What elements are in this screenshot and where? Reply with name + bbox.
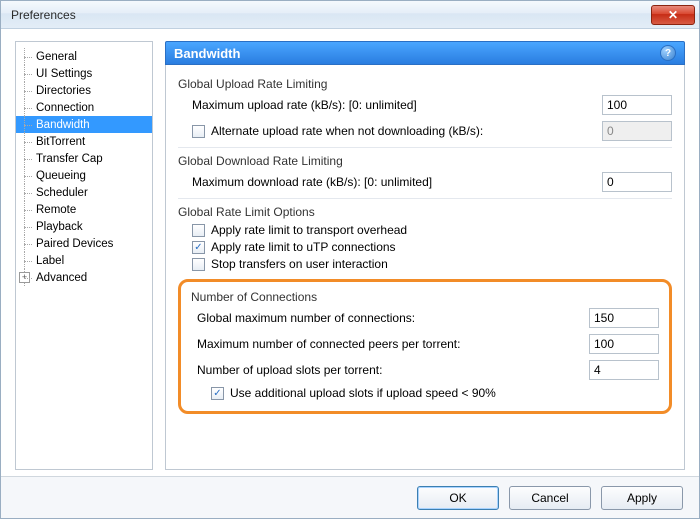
row-alt-upload: Alternate upload rate when not downloadi… [192, 121, 672, 141]
row-stop-transfers: Stop transfers on user interaction [192, 257, 672, 271]
input-max-download[interactable] [602, 172, 672, 192]
settings-panel: Bandwidth ? Global Upload Rate Limiting … [165, 41, 685, 470]
label-peers-per-torrent: Maximum number of connected peers per to… [197, 337, 589, 351]
close-button[interactable]: ✕ [651, 5, 695, 25]
cancel-button[interactable]: Cancel [509, 486, 591, 510]
group-download: Global Download Rate Limiting [178, 154, 672, 168]
row-extra-slots: ✓ Use additional upload slots if upload … [211, 386, 659, 400]
label-stop-transfers: Stop transfers on user interaction [211, 257, 388, 271]
label-global-connections: Global maximum number of connections: [197, 311, 589, 325]
separator [178, 198, 672, 199]
row-utp: ✓ Apply rate limit to uTP connections [192, 240, 672, 254]
sidebar-item-scheduler[interactable]: Scheduler [16, 184, 152, 201]
row-peers-per-torrent: Maximum number of connected peers per to… [197, 334, 659, 354]
content-area: General UI Settings Directories Connecti… [1, 29, 699, 476]
window-title: Preferences [11, 8, 651, 22]
row-global-connections: Global maximum number of connections: [197, 308, 659, 328]
panel-header: Bandwidth ? [165, 41, 685, 65]
input-alt-upload [602, 121, 672, 141]
checkbox-utp[interactable]: ✓ [192, 241, 205, 254]
apply-button[interactable]: Apply [601, 486, 683, 510]
group-upload: Global Upload Rate Limiting [178, 77, 672, 91]
titlebar: Preferences ✕ [1, 1, 699, 29]
sidebar-item-bandwidth[interactable]: Bandwidth [16, 116, 152, 133]
separator [178, 147, 672, 148]
label-transport-overhead: Apply rate limit to transport overhead [211, 223, 407, 237]
sidebar-item-remote[interactable]: Remote [16, 201, 152, 218]
ok-button[interactable]: OK [417, 486, 499, 510]
sidebar-item-paired-devices[interactable]: Paired Devices [16, 235, 152, 252]
sidebar-item-label[interactable]: Label [16, 252, 152, 269]
sidebar-item-directories[interactable]: Directories [16, 82, 152, 99]
label-extra-slots: Use additional upload slots if upload sp… [230, 386, 496, 400]
sidebar-item-playback[interactable]: Playback [16, 218, 152, 235]
category-tree: General UI Settings Directories Connecti… [15, 41, 153, 470]
sidebar-item-advanced[interactable]: + Advanced [16, 269, 152, 286]
group-connections: Number of Connections [191, 290, 659, 304]
checkbox-extra-slots[interactable]: ✓ [211, 387, 224, 400]
input-global-connections[interactable] [589, 308, 659, 328]
label-max-upload: Maximum upload rate (kB/s): [0: unlimite… [192, 98, 602, 112]
expand-icon[interactable]: + [19, 272, 30, 283]
checkbox-alt-upload[interactable] [192, 125, 205, 138]
sidebar-item-transfer-cap[interactable]: Transfer Cap [16, 150, 152, 167]
checkbox-stop-transfers[interactable] [192, 258, 205, 271]
help-icon[interactable]: ? [660, 45, 676, 61]
label-upload-slots: Number of upload slots per torrent: [197, 363, 589, 377]
close-icon: ✕ [668, 8, 678, 22]
group-options: Global Rate Limit Options [178, 205, 672, 219]
dialog-footer: OK Cancel Apply [1, 476, 699, 518]
sidebar-item-bittorrent[interactable]: BitTorrent [16, 133, 152, 150]
label-max-download: Maximum download rate (kB/s): [0: unlimi… [192, 175, 602, 189]
label-utp: Apply rate limit to uTP connections [211, 240, 396, 254]
preferences-window: Preferences ✕ General UI Settings Direct… [0, 0, 700, 519]
panel-body: Global Upload Rate Limiting Maximum uplo… [165, 65, 685, 470]
sidebar-item-general[interactable]: General [16, 48, 152, 65]
sidebar-item-queueing[interactable]: Queueing [16, 167, 152, 184]
connections-highlight: Number of Connections Global maximum num… [178, 279, 672, 414]
checkbox-transport-overhead[interactable] [192, 224, 205, 237]
row-upload-slots: Number of upload slots per torrent: [197, 360, 659, 380]
label-alt-upload: Alternate upload rate when not downloadi… [211, 124, 602, 138]
row-max-download: Maximum download rate (kB/s): [0: unlimi… [192, 172, 672, 192]
input-upload-slots[interactable] [589, 360, 659, 380]
input-max-upload[interactable] [602, 95, 672, 115]
row-transport-overhead: Apply rate limit to transport overhead [192, 223, 672, 237]
input-peers-per-torrent[interactable] [589, 334, 659, 354]
panel-title: Bandwidth [174, 46, 660, 61]
sidebar-item-ui-settings[interactable]: UI Settings [16, 65, 152, 82]
sidebar-item-connection[interactable]: Connection [16, 99, 152, 116]
row-max-upload: Maximum upload rate (kB/s): [0: unlimite… [192, 95, 672, 115]
